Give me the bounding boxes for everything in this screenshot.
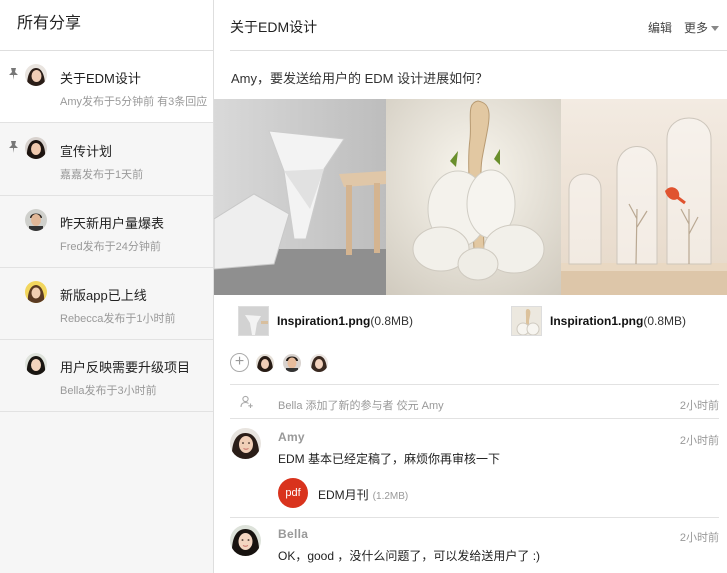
thread-meta: Fred发布于24分钟前 (60, 241, 161, 253)
activity-time: 2小时前 (679, 400, 719, 412)
topic-panel: 关于EDM设计 编辑 更多 Amy，要发送给用户的 EDM 设计进展如何？ In… (214, 0, 727, 573)
avatar (25, 64, 47, 86)
thread-meta: 嘉嘉发布于1天前 (60, 169, 144, 181)
chevron-down-icon (711, 26, 719, 32)
comment-text: EDM 基本已经定稿了，麻烦你再审核一下 (278, 452, 501, 466)
thread-meta: Bella发布于3小时前 (60, 385, 157, 397)
comment-author: Bella (278, 527, 309, 541)
comment-time: 2小时前 (679, 532, 719, 544)
inspiration-photo-2[interactable] (386, 99, 561, 295)
comment-text: OK，good ，没什么问题了，可以发给送用户了 :) (278, 549, 541, 563)
thread-title: 关于EDM设计 (60, 71, 141, 86)
topic-header: 关于EDM设计 编辑 更多 (230, 0, 727, 51)
activity-log-item: Bella 添加了新的参与者 佼元 Amy 2小时前 (230, 384, 719, 419)
file-size: (0.8MB) (370, 314, 414, 328)
avatar (25, 137, 47, 159)
attachment-size: (1.2MB) (372, 491, 409, 502)
avatar (25, 281, 47, 303)
attachment-name: EDM月刊 (318, 488, 369, 502)
thread-item-app-launch[interactable]: 新版app已上线 Rebecca发布于1小时前 (0, 268, 213, 340)
thread-item-new-users[interactable]: 昨天新用户量爆表 Fred发布于24分钟前 (0, 196, 213, 268)
topic-title: 关于EDM设计 (230, 19, 318, 35)
avatar (25, 209, 47, 231)
sidebar-title: 所有分享 (0, 0, 213, 51)
file-name: Inspiration1.png (550, 314, 644, 328)
more-label: 更多 (683, 21, 708, 35)
add-user-icon (240, 395, 253, 408)
comment-avatar[interactable] (230, 525, 261, 556)
thread-title: 新版app已上线 (60, 288, 147, 303)
add-participant-button[interactable]: + (230, 353, 249, 372)
pdf-file-icon: pdf (278, 478, 308, 508)
edit-button[interactable]: 编辑 (648, 19, 672, 36)
sidebar: 所有分享 关于EDM设计 Amy发布于5分钟前 有3条回应 宣传计划 嘉嘉发布于… (0, 0, 214, 573)
topic-question: Amy，要发送给用户的 EDM 设计进展如何？ (231, 71, 489, 86)
file-size: (0.8MB) (643, 314, 687, 328)
participant-avatar[interactable] (256, 354, 274, 372)
image-gallery (214, 99, 727, 295)
thread-meta: Rebecca发布于1小时前 (60, 313, 176, 325)
avatar (25, 353, 47, 375)
file-thumbnail (238, 306, 269, 336)
thread-item-edm[interactable]: 关于EDM设计 Amy发布于5分钟前 有3条回应 (0, 51, 213, 123)
more-menu-button[interactable]: 更多 (684, 19, 719, 36)
thread-meta: Amy发布于5分钟前 有3条回应 (60, 96, 208, 108)
participant-avatar[interactable] (283, 354, 301, 372)
comment-item: Amy 2小时前 EDM 基本已经定稿了，麻烦你再审核一下 pdf EDM月刊(… (230, 428, 719, 518)
file-name: Inspiration1.png (277, 314, 371, 328)
thread-item-promo[interactable]: 宣传计划 嘉嘉发布于1天前 (0, 124, 213, 196)
comment-avatar[interactable] (230, 428, 261, 459)
pin-icon (9, 141, 18, 153)
pin-icon (9, 68, 18, 80)
comment-time: 2小时前 (679, 435, 719, 447)
comment-item: Bella 2小时前 OK，good ，没什么问题了，可以发给送用户了 :) (230, 525, 719, 570)
thread-item-upgrade[interactable]: 用户反映需要升级项目 Bella发布于3小时前 (0, 340, 213, 412)
file-thumbnail (511, 306, 542, 336)
thread-title: 宣传计划 (60, 144, 113, 159)
activity-text: Bella 添加了新的参与者 佼元 Amy (278, 400, 444, 412)
thread-title: 用户反映需要升级项目 (60, 360, 191, 375)
comment-author: Amy (278, 430, 305, 444)
inspiration-photo-1[interactable] (214, 99, 386, 295)
inspiration-photo-3[interactable] (561, 99, 727, 295)
thread-title: 昨天新用户量爆表 (60, 216, 165, 231)
participant-avatar[interactable] (310, 354, 328, 372)
